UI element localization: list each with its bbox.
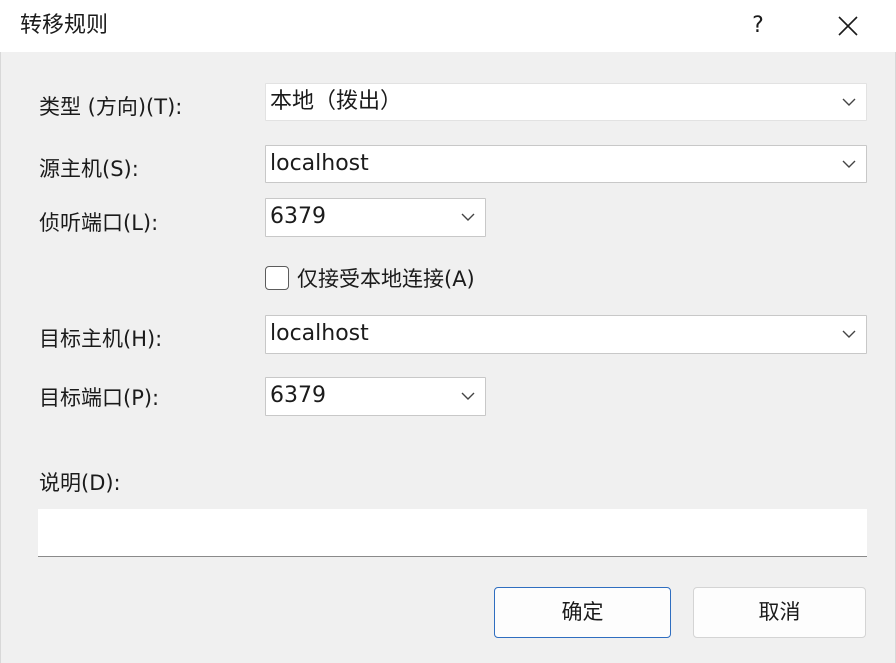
chevron-down-icon bbox=[461, 392, 475, 400]
target-host-label: 目标主机(H): bbox=[39, 327, 163, 351]
cancel-button[interactable]: 取消 bbox=[693, 587, 866, 638]
ok-button[interactable]: 确定 bbox=[494, 587, 671, 638]
chevron-down-icon bbox=[842, 98, 856, 106]
dialog-border-left bbox=[0, 52, 1, 663]
dialog-title: 转移规则 bbox=[20, 13, 109, 38]
type-dropdown[interactable]: 本地（拨出） bbox=[265, 83, 867, 121]
chevron-down-icon bbox=[461, 213, 475, 221]
type-label: 类型 (方向)(T): bbox=[39, 95, 183, 119]
target-port-value: 6379 bbox=[270, 383, 326, 408]
title-bar: 转移规则 ? bbox=[0, 0, 896, 52]
close-icon bbox=[838, 16, 858, 36]
local-only-checkbox[interactable] bbox=[265, 266, 289, 290]
source-host-label: 源主机(S): bbox=[39, 157, 139, 181]
target-host-combobox[interactable]: localhost bbox=[265, 315, 867, 354]
chevron-down-icon bbox=[842, 160, 856, 168]
description-input[interactable] bbox=[38, 509, 867, 557]
target-port-combobox[interactable]: 6379 bbox=[265, 377, 486, 416]
source-host-value: localhost bbox=[270, 151, 369, 176]
type-value: 本地（拨出） bbox=[270, 89, 403, 114]
listen-port-combobox[interactable]: 6379 bbox=[265, 198, 486, 237]
local-only-label: 仅接受本地连接(A) bbox=[297, 267, 475, 291]
listen-port-label: 侦听端口(L): bbox=[39, 211, 159, 235]
description-label: 说明(D): bbox=[39, 471, 121, 495]
target-host-value: localhost bbox=[270, 321, 369, 346]
help-button[interactable]: ? bbox=[735, 6, 781, 46]
close-button[interactable] bbox=[825, 6, 871, 46]
target-port-label: 目标端口(P): bbox=[39, 386, 160, 410]
listen-port-value: 6379 bbox=[270, 204, 326, 229]
chevron-down-icon bbox=[842, 330, 856, 338]
source-host-combobox[interactable]: localhost bbox=[265, 145, 867, 183]
